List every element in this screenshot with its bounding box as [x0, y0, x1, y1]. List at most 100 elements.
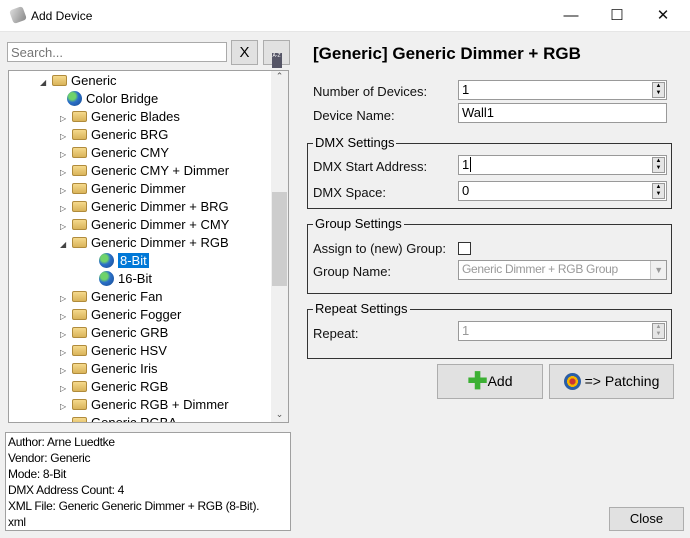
device-heading: [Generic] Generic Dimmer + RGB — [313, 44, 581, 63]
start-address-input[interactable]: 1 ▲ ▼ — [458, 155, 667, 175]
dmx-settings-title: DMX Settings — [313, 135, 397, 150]
expanded-arrow-icon[interactable]: ◢ — [60, 236, 72, 254]
num-devices-label: Number of Devices: — [313, 84, 428, 99]
tree-item-label: Generic GRB — [91, 325, 169, 340]
search-input[interactable] — [7, 42, 227, 62]
tree-item[interactable]: ▷ Generic Dimmer — [60, 180, 186, 198]
tree-item[interactable]: ▷ Generic HSV — [60, 342, 167, 360]
chevron-down-icon[interactable]: ▼ — [650, 261, 666, 279]
tree-item[interactable]: ▷ Generic CMY + Dimmer — [60, 162, 229, 180]
repeat-input[interactable]: 1 ▲ ▼ — [458, 321, 667, 341]
folder-icon — [52, 75, 67, 86]
info-line: Author: Arne Luedtke — [8, 435, 115, 449]
tree-item[interactable]: ◢ Generic Dimmer + RGB — [60, 234, 229, 252]
title-bar: Add Device — ☐ ✕ — [0, 0, 690, 32]
tree-item[interactable]: ▷ Generic GRB — [60, 324, 168, 342]
maximize-button[interactable]: ☐ — [594, 0, 640, 32]
spinner-icon[interactable]: ▲ ▼ — [652, 82, 665, 98]
sort-az-icon: A-Z — [271, 53, 282, 68]
plus-icon: ✚ — [467, 368, 488, 395]
sort-button[interactable]: A-Z — [263, 40, 290, 68]
tree-item[interactable]: Color Bridge — [67, 90, 158, 108]
close-window-button[interactable]: ✕ — [640, 0, 686, 32]
spinner-icon[interactable]: ▲ ▼ — [652, 183, 665, 199]
globe-icon — [99, 271, 114, 286]
spinner-icon[interactable]: ▲ ▼ — [652, 157, 665, 173]
start-address-value: 1 — [462, 157, 470, 172]
tree-item-label: Generic RGBA — [91, 415, 177, 423]
tree-item-label: Generic HSV — [91, 343, 167, 358]
group-settings-group: Group Settings — [307, 216, 672, 294]
info-line: xml — [8, 515, 26, 529]
tree-item[interactable]: ▷ Generic RGBA — [60, 414, 177, 423]
tree-item[interactable]: ▷ Generic RGB + Dimmer — [60, 396, 229, 414]
info-line: DMX Address Count: 4 — [8, 483, 125, 497]
tree-item-label: Generic Dimmer — [91, 181, 186, 196]
dmx-space-input[interactable]: 0 ▲ ▼ — [458, 181, 667, 201]
close-button[interactable]: Close — [609, 507, 684, 531]
tree-item[interactable]: ▷ Generic Fan — [60, 288, 163, 306]
tree-item[interactable]: ▷ Generic Iris — [60, 360, 157, 378]
clear-search-button[interactable]: X — [231, 40, 258, 65]
tree-item[interactable]: ▷ Generic Blades — [60, 108, 180, 126]
collapsed-arrow-icon[interactable]: ▷ — [60, 416, 72, 422]
folder-icon — [72, 345, 87, 356]
tree-item[interactable]: 16-Bit — [99, 270, 152, 288]
tree-scrollbar[interactable]: ⌃ ⌄ — [271, 71, 288, 422]
device-tree[interactable]: ⌃ ⌄ ◢ Generic Color Bridge ▷ Generic Blades ▷… — [8, 70, 289, 423]
tree-item-label: Generic Dimmer + RGB — [91, 235, 229, 250]
folder-icon — [72, 183, 87, 194]
tree-item[interactable]: ▷ Generic Dimmer + BRG — [60, 198, 229, 216]
folder-icon — [72, 219, 87, 230]
group-name-combo[interactable]: Generic Dimmer + RGB Group ▼ — [458, 260, 667, 280]
folder-icon — [72, 111, 87, 122]
device-info: Author: Arne Luedtke Vendor: Generic Mode:… — [5, 432, 291, 531]
folder-icon — [72, 417, 87, 422]
device-name-input[interactable]: Wall1 — [458, 103, 667, 123]
patching-button[interactable]: => Patching — [549, 364, 674, 399]
folder-icon — [72, 237, 87, 248]
tree-item-label: Generic CMY — [91, 145, 170, 160]
tree-item-label: Generic RGB + Dimmer — [91, 397, 229, 412]
tree-item-label: Generic RGB — [91, 379, 169, 394]
expanded-arrow-icon[interactable]: ◢ — [40, 74, 52, 92]
num-devices-value: 1 — [462, 82, 470, 97]
target-icon — [563, 373, 581, 390]
info-line: XML File: Generic Generic Dimmer + RGB (… — [8, 499, 260, 513]
scroll-thumb[interactable] — [272, 192, 287, 286]
patching-label: => Patching — [584, 373, 660, 389]
num-devices-input[interactable]: 1 ▲ ▼ — [458, 80, 667, 100]
group-name-value: Generic Dimmer + RGB Group — [462, 262, 618, 276]
tree-item[interactable]: ▷ Generic CMY — [60, 144, 169, 162]
app-icon — [9, 6, 27, 24]
minimize-button[interactable]: — — [548, 0, 594, 32]
folder-icon — [72, 147, 87, 158]
tree-item[interactable]: 8-Bit — [99, 252, 149, 270]
tree-item[interactable]: ▷ Generic Fogger — [60, 306, 181, 324]
add-button[interactable]: ✚Add — [437, 364, 543, 399]
spinner-icon[interactable]: ▲ ▼ — [652, 323, 665, 339]
tree-item[interactable]: ▷ Generic RGB — [60, 378, 168, 396]
group-settings-title: Group Settings — [313, 216, 404, 231]
folder-icon — [72, 201, 87, 212]
tree-item[interactable]: ▷ Generic Dimmer + CMY — [60, 216, 229, 234]
folder-icon — [72, 399, 87, 410]
tree-item-label: Generic Dimmer + BRG — [91, 199, 229, 214]
group-name-label: Group Name: — [313, 264, 392, 279]
repeat-settings-title: Repeat Settings — [313, 301, 410, 316]
tree-item-label: 8-Bit — [118, 253, 149, 268]
folder-icon — [72, 381, 87, 392]
tree-item-label: Generic Blades — [91, 109, 180, 124]
tree-item[interactable]: ◢ Generic — [40, 72, 117, 90]
scroll-up-icon[interactable]: ⌃ — [271, 71, 288, 82]
tree-item-label: Generic Dimmer + CMY — [91, 217, 230, 232]
folder-icon — [72, 291, 87, 302]
assign-group-label: Assign to (new) Group: — [313, 241, 446, 256]
folder-icon — [72, 129, 87, 140]
dmx-space-value: 0 — [462, 183, 470, 198]
tree-item-label: Generic Iris — [91, 361, 158, 376]
tree-item-label: Color Bridge — [86, 91, 159, 106]
tree-item[interactable]: ▷ Generic BRG — [60, 126, 168, 144]
assign-group-checkbox[interactable] — [458, 242, 471, 255]
scroll-down-icon[interactable]: ⌄ — [271, 409, 288, 420]
